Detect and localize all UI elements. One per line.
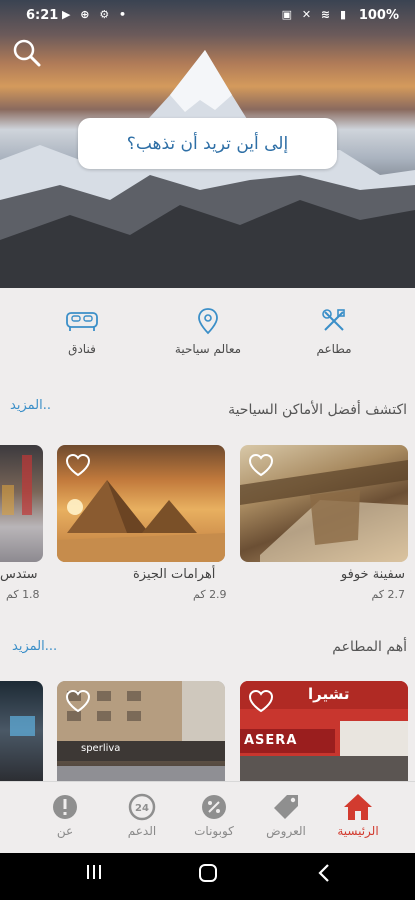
place-card-partial[interactable]: [0, 445, 43, 562]
coupon-icon: [179, 792, 249, 822]
system-navigation-bar: [0, 853, 415, 900]
location-pin-icon: [158, 306, 258, 336]
restaurant-card[interactable]: تشيرا ASERA: [240, 681, 408, 781]
place-name: أهرامات الجيزة: [133, 567, 216, 582]
nav-label: عن: [56, 824, 74, 838]
restaurants-section-title: أهم المطاعم: [332, 639, 407, 655]
home-system-icon[interactable]: [198, 863, 218, 887]
place-distance: 1.8 كم: [6, 588, 40, 601]
category-restaurants[interactable]: مطاعم: [284, 306, 384, 356]
category-label: مطاعم: [316, 342, 352, 356]
category-attractions[interactable]: معالم سياحية: [158, 306, 258, 356]
support-24-icon: 24: [107, 792, 177, 822]
nav-support[interactable]: 24 الدعم: [107, 792, 177, 838]
restaurant-card-partial[interactable]: [0, 681, 43, 781]
notification-icons: ▶ ⊕ ⚙ •: [62, 8, 130, 21]
place-distance: 2.7 كم: [371, 588, 405, 601]
nav-label: الرئيسية: [337, 824, 379, 838]
heart-icon[interactable]: [248, 453, 274, 477]
svg-text:24: 24: [135, 803, 149, 814]
home-icon: [323, 792, 393, 822]
tag-icon: [251, 792, 321, 822]
nav-about[interactable]: عن: [30, 792, 100, 838]
category-label: معالم سياحية: [174, 342, 242, 356]
recent-apps-icon[interactable]: [85, 863, 103, 885]
nav-home[interactable]: الرئيسية: [323, 792, 393, 838]
status-bar: 6:21 ▶ ⊕ ⚙ • ▣ ✕ ≋ ▮ 100%: [0, 0, 415, 32]
restaurants-more-link[interactable]: المزيد...: [12, 639, 57, 654]
restaurant-sign: sperliva: [81, 743, 121, 754]
heart-icon[interactable]: [65, 453, 91, 477]
back-icon[interactable]: [316, 863, 332, 887]
place-card[interactable]: [240, 445, 408, 562]
place-name: سفينة خوفو: [340, 567, 405, 582]
category-bar: مطاعم معالم سياحية فنادق: [0, 290, 415, 370]
info-icon: [30, 792, 100, 822]
bed-icon: [32, 306, 132, 336]
places-more-link[interactable]: المزيد..: [10, 398, 51, 413]
status-time: 6:21: [26, 8, 59, 23]
heart-icon[interactable]: [65, 689, 91, 713]
nav-label: كوبونات: [194, 824, 234, 838]
nav-label: العروض: [266, 824, 306, 838]
nav-coupons[interactable]: كوبونات: [179, 792, 249, 838]
place-name: ستدس: [0, 567, 38, 582]
destination-search-box[interactable]: إلى أين تريد أن تذهب؟: [78, 118, 337, 169]
heart-icon[interactable]: [248, 689, 274, 713]
place-distance: 2.9 كم: [193, 588, 227, 601]
hero-banner: 6:21 ▶ ⊕ ⚙ • ▣ ✕ ≋ ▮ 100% إلى أين تريد أ…: [0, 0, 415, 288]
restaurant-sign-arabic: تشيرا: [308, 685, 350, 703]
category-label: فنادق: [68, 342, 96, 356]
restaurant-card[interactable]: sperliva: [57, 681, 225, 781]
restaurant-icon: [284, 306, 384, 336]
bottom-navigation: الرئيسية العروض كوبونات 24 الدعم عن: [0, 781, 415, 853]
search-icon[interactable]: [12, 38, 42, 68]
category-hotels[interactable]: فنادق: [32, 306, 132, 356]
place-card[interactable]: [57, 445, 225, 562]
places-section-title: اكتشف أفضل الأماكن السياحية: [228, 402, 407, 418]
restaurant-sign: ASERA: [244, 733, 298, 748]
destination-prompt: إلى أين تريد أن تذهب؟: [126, 133, 289, 154]
battery-level: 100%: [358, 8, 399, 23]
nav-label: الدعم: [127, 824, 157, 838]
nav-offers[interactable]: العروض: [251, 792, 321, 838]
signal-icons: ▣ ✕ ≋ ▮: [281, 8, 349, 21]
